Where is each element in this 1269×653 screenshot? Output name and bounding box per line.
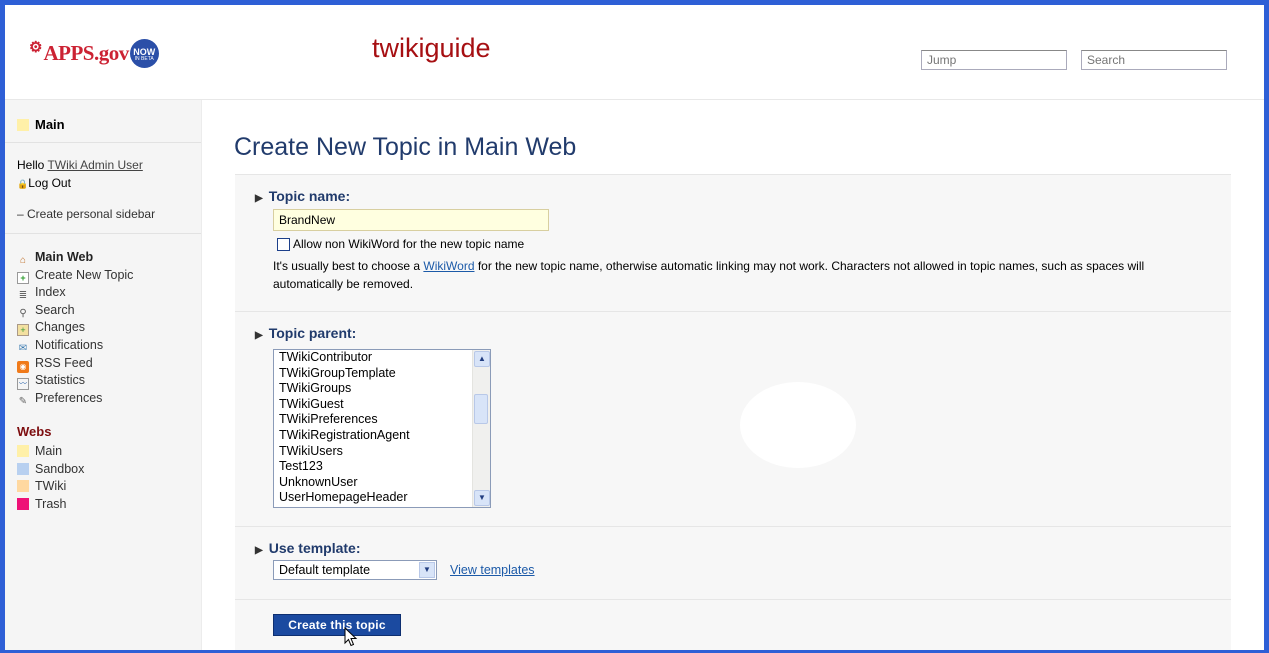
divider [5, 233, 201, 234]
sidebar-item-main-web[interactable]: ⌂ Main Web [17, 249, 133, 267]
template-select[interactable]: Default template ▼ [273, 560, 437, 580]
topic-name-heading: ▶ Topic name: [255, 188, 351, 204]
logo-apps-text: APPS.gov [43, 40, 129, 65]
web-item-twiki[interactable]: TWiki [17, 478, 84, 496]
create-topic-button[interactable]: Create this topic [273, 614, 401, 636]
topic-name-input[interactable] [273, 209, 549, 231]
topic-parent-section: ▶ Topic parent: TWikiContributor TWikiGro… [235, 311, 1231, 526]
topic-parent-heading: ▶ Topic parent: [255, 325, 357, 341]
triangle-right-icon: ▶ [255, 330, 263, 341]
search-input[interactable] [1081, 50, 1227, 70]
sidebar-item-statistics[interactable]: 〰 Statistics [17, 372, 133, 391]
logo-now-badge: NOW IN BETA [129, 38, 159, 68]
submit-section: Create this topic [235, 599, 1231, 650]
triangle-right-icon: ▶ [255, 193, 263, 204]
use-template-section: ▶ Use template: Default template ▼ View t… [235, 526, 1231, 599]
scroll-up-icon[interactable]: ▲ [474, 351, 490, 367]
list-item[interactable]: TWikiGroupTemplate [274, 366, 490, 382]
sidebar-item-changes[interactable]: + Changes [17, 319, 133, 337]
sidebar: Main Hello TWiki Admin User 🔒Log Out – C… [5, 100, 202, 650]
web-color-swatch [17, 119, 29, 131]
notifications-icon: ✉ [18, 342, 28, 354]
list-item[interactable]: TWikiGroups [274, 381, 490, 397]
preferences-icon: ✎ [18, 395, 28, 407]
webs-heading: Webs [17, 424, 52, 439]
list-item[interactable]: TWikiGuest [274, 397, 490, 413]
page-title: Create New Topic in Main Web [234, 133, 577, 161]
sidebar-nav: ⌂ Main Web + Create New Topic ≣ Index ⚲ Sear… [17, 249, 133, 407]
browser-page: ⚙ APPS.gov NOWIN BETA twikiguide Main He… [5, 5, 1264, 650]
new-topic-icon: + [17, 271, 29, 284]
list-item[interactable]: UserHomepageHeader [274, 490, 490, 506]
webs-list: Main Sandbox TWiki Trash [17, 443, 84, 513]
logout-link[interactable]: 🔒Log Out [17, 176, 71, 190]
web-item-main[interactable]: Main [17, 443, 84, 461]
template-select-value: Default template [279, 563, 371, 577]
blank-highlight [740, 382, 856, 468]
user-greeting: Hello TWiki Admin User [17, 158, 143, 172]
triangle-right-icon: ▶ [255, 545, 263, 556]
use-template-heading: ▶ Use template: [255, 540, 361, 556]
sidebar-item-rss-feed[interactable]: ◉ RSS Feed [17, 355, 133, 373]
site-title: twikiguide [372, 33, 491, 63]
list-item[interactable]: TWikiUsers [274, 444, 490, 460]
lock-icon: 🔒 [17, 179, 29, 189]
sidebar-web-header[interactable]: Main [17, 117, 65, 132]
web-color-swatch [17, 497, 29, 510]
statistics-icon: 〰 [17, 378, 29, 391]
sidebar-item-create-new-topic[interactable]: + Create New Topic [17, 267, 133, 285]
sidebar-item-notifications[interactable]: ✉ Notifications [17, 337, 133, 355]
list-item[interactable]: TWikiContributor [274, 350, 490, 366]
mouse-cursor-icon [344, 627, 358, 647]
gear-icon: ⚙ [29, 39, 43, 56]
list-item[interactable]: UnknownUser [274, 475, 490, 491]
rss-icon: ◉ [17, 360, 29, 373]
main-content: Create New Topic in Main Web ▶ Topic name… [202, 100, 1264, 650]
scroll-down-icon[interactable]: ▼ [474, 490, 490, 506]
web-item-sandbox[interactable]: Sandbox [17, 461, 84, 479]
search-icon: ⚲ [19, 307, 27, 319]
sidebar-item-search[interactable]: ⚲ Search [17, 302, 133, 320]
jump-input[interactable] [921, 50, 1067, 70]
chevron-down-icon[interactable]: ▼ [419, 562, 435, 578]
site-header: ⚙ APPS.gov NOW IN BETA twikiguide [5, 5, 1264, 100]
list-item[interactable]: TWikiPreferences [274, 412, 490, 428]
nonwiki-label: Allow non WikiWord for the new topic nam… [293, 237, 525, 251]
listbox-scrollbar[interactable]: ▲ ▼ [472, 350, 490, 507]
topic-parent-listbox[interactable]: TWikiContributor TWikiGroupTemplate TWik… [273, 349, 491, 508]
apps-gov-logo[interactable]: ⚙ APPS.gov NOW IN BETA [29, 38, 159, 68]
sidebar-item-index[interactable]: ≣ Index [17, 284, 133, 302]
list-item[interactable]: Test123 [274, 459, 490, 475]
list-item[interactable]: TWikiRegistrationAgent [274, 428, 490, 444]
create-personal-sidebar-link[interactable]: – Create personal sidebar [17, 207, 155, 221]
topic-name-help: It's usually best to choose a WikiWord f… [273, 259, 1145, 291]
nonwiki-checkbox-row[interactable]: Allow non WikiWord for the new topic nam… [277, 237, 524, 251]
home-icon: ⌂ [19, 255, 27, 266]
user-link[interactable]: TWiki Admin User [47, 158, 142, 172]
sidebar-item-preferences[interactable]: ✎ Preferences [17, 390, 133, 408]
index-icon: ≣ [18, 290, 28, 302]
nonwiki-checkbox[interactable] [277, 237, 290, 251]
scrollbar-thumb[interactable] [474, 394, 488, 424]
wikiword-link[interactable]: WikiWord [423, 259, 474, 273]
changes-icon: + [17, 324, 29, 337]
web-color-swatch [17, 462, 29, 475]
topic-name-section: ▶Topic name: Allow non WikiWord for the … [235, 174, 1231, 311]
web-color-swatch [17, 445, 29, 457]
view-templates-link[interactable]: View templates [450, 563, 535, 577]
web-item-trash[interactable]: Trash [17, 496, 84, 514]
divider [5, 142, 201, 143]
web-color-swatch [17, 480, 29, 493]
